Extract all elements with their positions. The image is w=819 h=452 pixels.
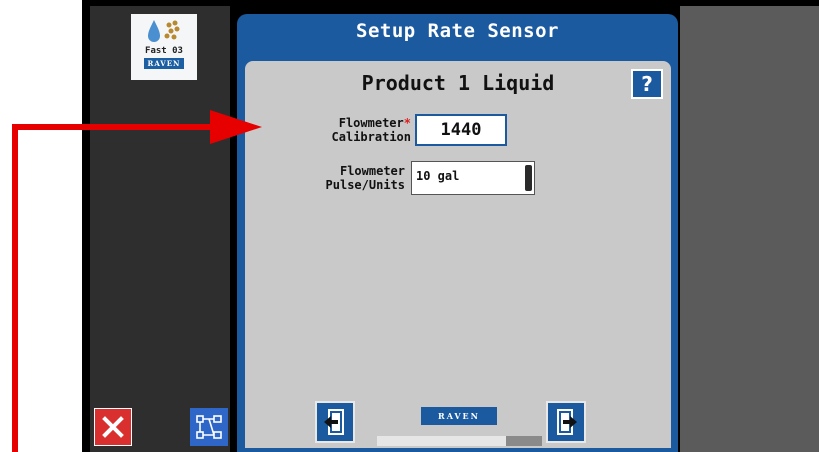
annotation-arrow	[12, 110, 262, 452]
